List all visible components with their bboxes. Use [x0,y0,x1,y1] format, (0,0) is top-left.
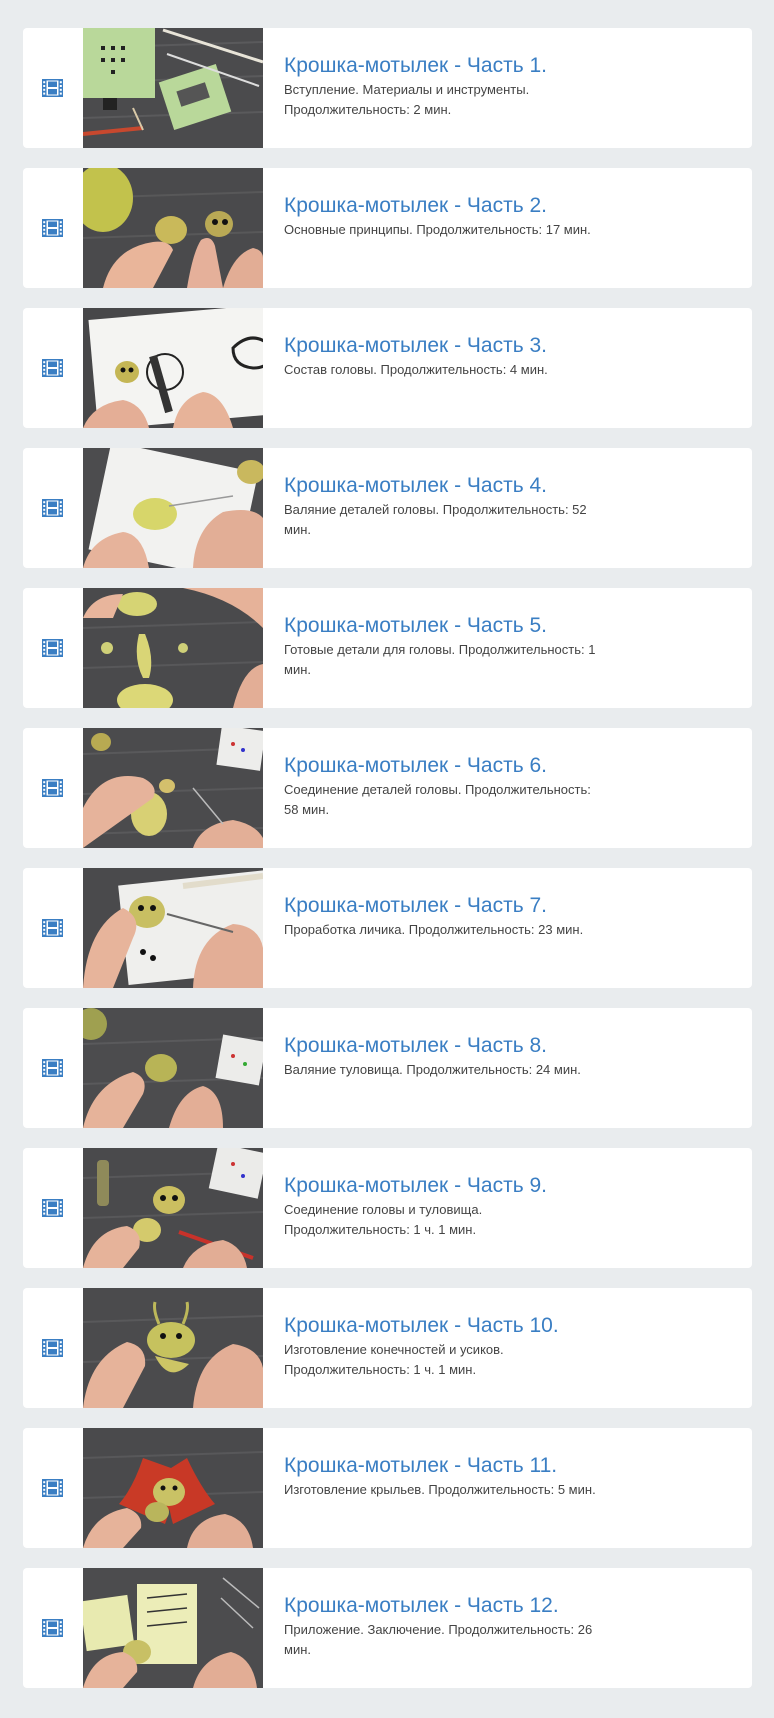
video-film-icon[interactable] [42,79,63,97]
lesson-description: Валяние деталей головы. Продолжительност… [284,502,587,537]
lesson-text: Крошка-мотылек - Часть 3. Состав головы.… [284,334,604,380]
video-thumbnail[interactable] [83,1148,263,1268]
lesson-description: Соединение головы и туловища. Продолжите… [284,1202,483,1237]
lesson-description: Вступление. Материалы и инструменты. Про… [284,82,530,117]
lesson-card[interactable]: Крошка-мотылек - Часть 12. Приложение. З… [23,1568,752,1688]
video-film-icon[interactable] [42,1059,63,1077]
lesson-card[interactable]: Крошка-мотылек - Часть 6. Соединение дет… [23,728,752,848]
lesson-title-link[interactable]: Крошка-мотылек - Часть 8. [284,1034,604,1058]
lesson-description: Валяние туловища. Продолжительность: 24 … [284,1062,581,1077]
lesson-title-link[interactable]: Крошка-мотылек - Часть 2. [284,194,604,218]
lesson-description: Готовые детали для головы. Продолжительн… [284,642,596,677]
video-thumbnail[interactable] [83,868,263,988]
lesson-description: Соединение деталей головы. Продолжительн… [284,782,591,817]
video-thumbnail[interactable] [83,1428,263,1548]
lesson-text: Крошка-мотылек - Часть 1. Вступление. Ма… [284,54,604,120]
lesson-card[interactable]: Крошка-мотылек - Часть 10. Изготовление … [23,1288,752,1408]
video-film-icon[interactable] [42,1199,63,1217]
video-film-icon[interactable] [42,639,63,657]
lesson-list: Крошка-мотылек - Часть 1. Вступление. Ма… [23,28,752,1708]
lesson-text: Крошка-мотылек - Часть 6. Соединение дет… [284,754,604,820]
lesson-text: Крошка-мотылек - Часть 4. Валяние детале… [284,474,604,540]
lesson-description: Изготовление крыльев. Продолжительность:… [284,1482,596,1497]
lesson-card[interactable]: Крошка-мотылек - Часть 9. Соединение гол… [23,1148,752,1268]
lesson-text: Крошка-мотылек - Часть 10. Изготовление … [284,1314,604,1380]
video-film-icon[interactable] [42,359,63,377]
lesson-card[interactable]: Крошка-мотылек - Часть 4. Валяние детале… [23,448,752,568]
video-thumbnail[interactable] [83,588,263,708]
lesson-card[interactable]: Крошка-мотылек - Часть 8. Валяние тулови… [23,1008,752,1128]
lesson-text: Крошка-мотылек - Часть 7. Проработка лич… [284,894,604,940]
video-thumbnail[interactable] [83,28,263,148]
video-film-icon[interactable] [42,779,63,797]
video-film-icon[interactable] [42,919,63,937]
lesson-description: Приложение. Заключение. Продолжительност… [284,1622,593,1657]
lesson-title-link[interactable]: Крошка-мотылек - Часть 4. [284,474,604,498]
lesson-title-link[interactable]: Крошка-мотылек - Часть 10. [284,1314,604,1338]
lesson-text: Крошка-мотылек - Часть 8. Валяние тулови… [284,1034,604,1080]
video-film-icon[interactable] [42,1339,63,1357]
lesson-title-link[interactable]: Крошка-мотылек - Часть 9. [284,1174,604,1198]
lesson-title-link[interactable]: Крошка-мотылек - Часть 7. [284,894,604,918]
lesson-title-link[interactable]: Крошка-мотылек - Часть 1. [284,54,604,78]
lesson-description: Изготовление конечностей и усиков. Продо… [284,1342,504,1377]
video-film-icon[interactable] [42,499,63,517]
lesson-card[interactable]: Крошка-мотылек - Часть 1. Вступление. Ма… [23,28,752,148]
video-film-icon[interactable] [42,1619,63,1637]
lesson-title-link[interactable]: Крошка-мотылек - Часть 5. [284,614,604,638]
lesson-card[interactable]: Крошка-мотылек - Часть 5. Готовые детали… [23,588,752,708]
lesson-title-link[interactable]: Крошка-мотылек - Часть 11. [284,1454,604,1478]
video-film-icon[interactable] [42,1479,63,1497]
lesson-description: Состав головы. Продолжительность: 4 мин. [284,362,548,377]
video-thumbnail[interactable] [83,1288,263,1408]
lesson-card[interactable]: Крошка-мотылек - Часть 2. Основные принц… [23,168,752,288]
lesson-title-link[interactable]: Крошка-мотылек - Часть 12. [284,1594,604,1618]
video-thumbnail[interactable] [83,448,263,568]
lesson-description: Основные принципы. Продолжительность: 17… [284,222,591,237]
video-thumbnail[interactable] [83,1008,263,1128]
lesson-title-link[interactable]: Крошка-мотылек - Часть 3. [284,334,604,358]
lesson-card[interactable]: Крошка-мотылек - Часть 3. Состав головы.… [23,308,752,428]
video-thumbnail[interactable] [83,1568,263,1688]
lesson-text: Крошка-мотылек - Часть 11. Изготовление … [284,1454,604,1500]
video-film-icon[interactable] [42,219,63,237]
video-thumbnail[interactable] [83,168,263,288]
lesson-card[interactable]: Крошка-мотылек - Часть 7. Проработка лич… [23,868,752,988]
lesson-text: Крошка-мотылек - Часть 12. Приложение. З… [284,1594,604,1660]
lesson-title-link[interactable]: Крошка-мотылек - Часть 6. [284,754,604,778]
lesson-text: Крошка-мотылек - Часть 2. Основные принц… [284,194,604,240]
lesson-description: Проработка личика. Продолжительность: 23… [284,922,584,937]
lesson-text: Крошка-мотылек - Часть 5. Готовые детали… [284,614,604,680]
lesson-text: Крошка-мотылек - Часть 9. Соединение гол… [284,1174,604,1240]
lesson-card[interactable]: Крошка-мотылек - Часть 11. Изготовление … [23,1428,752,1548]
video-thumbnail[interactable] [83,308,263,428]
video-thumbnail[interactable] [83,728,263,848]
